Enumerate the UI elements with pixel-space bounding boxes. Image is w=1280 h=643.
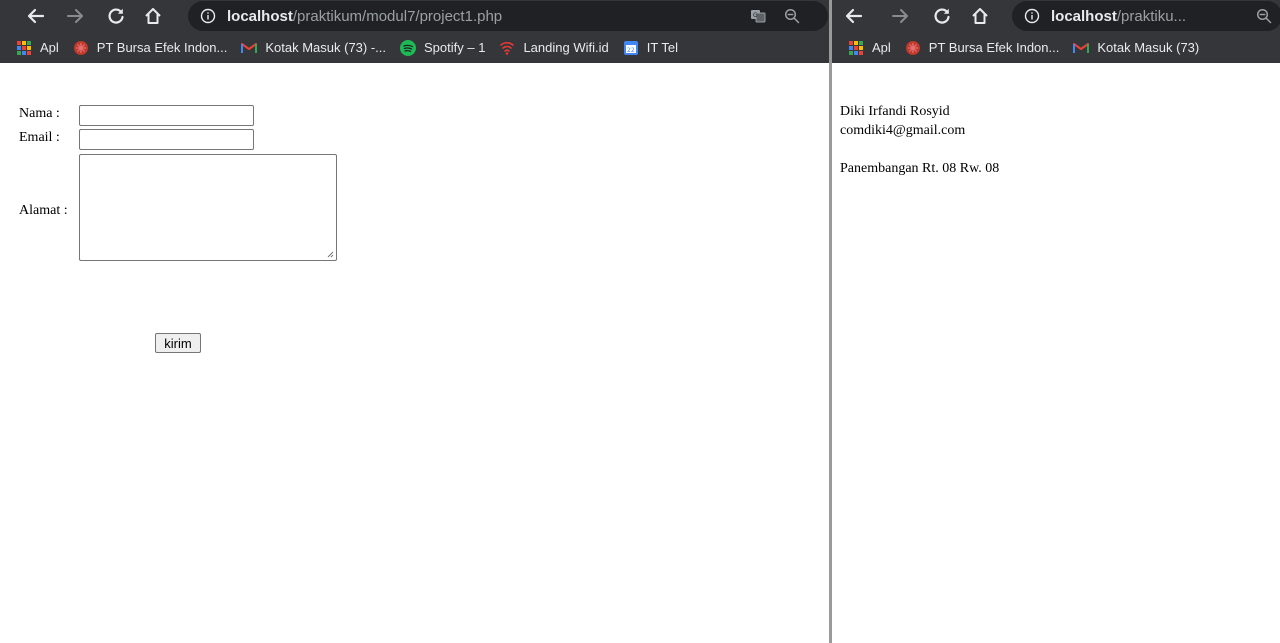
address-bar[interactable]: localhost/praktiku... bbox=[1012, 1, 1280, 31]
reload-icon bbox=[934, 8, 950, 24]
gmail-icon bbox=[1073, 42, 1090, 53]
info-icon[interactable] bbox=[1024, 8, 1040, 24]
bookmark-spotify[interactable]: Spotify – 1 bbox=[400, 39, 486, 56]
apps-grid-icon bbox=[849, 40, 863, 55]
bookmark-label: IT Tel bbox=[646, 40, 679, 55]
bookmarks-bar: Apl PT Bursa Efek Indon... Kotak Masuk (… bbox=[832, 32, 1280, 63]
bookmark-label: Spotify – 1 bbox=[424, 40, 486, 55]
bookmark-label: Kotak Masuk (73) bbox=[1097, 40, 1200, 55]
bursa-efek-icon bbox=[905, 40, 920, 55]
bookmark-label: Apl bbox=[872, 40, 891, 55]
arrow-left-icon bbox=[27, 8, 45, 24]
wifi-id-icon bbox=[500, 41, 515, 55]
bookmarks-bar: Apl PT Bursa Efek Indon... Kotak Masuk (… bbox=[0, 32, 829, 63]
reload-icon bbox=[108, 8, 124, 24]
email-label: Email : bbox=[19, 130, 60, 145]
url-text: localhost/praktikum/modul7/project1.php bbox=[227, 8, 502, 25]
bookmark-label: PT Bursa Efek Indon... bbox=[96, 40, 228, 55]
home-button[interactable] bbox=[968, 4, 992, 28]
back-button[interactable] bbox=[842, 4, 866, 28]
forward-button[interactable] bbox=[63, 4, 87, 28]
email-input[interactable] bbox=[79, 129, 254, 150]
bookmark-label: Kotak Masuk (73) -... bbox=[265, 40, 387, 55]
reload-button[interactable] bbox=[104, 4, 128, 28]
browser-toolbar: localhost/praktikum/modul7/project1.php … bbox=[0, 0, 829, 63]
bookmark-wifi-id[interactable]: Landing Wifi.id bbox=[499, 40, 609, 56]
home-button[interactable] bbox=[141, 4, 165, 28]
apps-grid-icon bbox=[17, 40, 31, 55]
spotify-icon bbox=[400, 39, 417, 56]
bookmark-label: PT Bursa Efek Indon... bbox=[928, 40, 1060, 55]
zoom-icon[interactable] bbox=[784, 8, 800, 24]
output-nama: Diki Irfandi Rosyid bbox=[840, 104, 950, 119]
arrow-right-icon bbox=[892, 9, 908, 23]
browser-toolbar: localhost/praktiku... Apl PT Bursa Efek … bbox=[832, 0, 1280, 63]
right-browser-window: localhost/praktiku... Apl PT Bursa Efek … bbox=[832, 0, 1280, 643]
back-button[interactable] bbox=[24, 4, 48, 28]
kirim-button[interactable]: kirim bbox=[155, 333, 201, 353]
alamat-label: Alamat : bbox=[19, 203, 68, 218]
output-email: comdiki4@gmail.com bbox=[840, 123, 966, 138]
resize-handle-icon[interactable] bbox=[326, 250, 334, 258]
arrow-right-icon bbox=[67, 9, 83, 23]
nama-label: Nama : bbox=[19, 106, 60, 121]
url-path: /praktikum/modul7/project1.php bbox=[292, 7, 503, 25]
nama-input[interactable] bbox=[79, 105, 254, 126]
bookmark-gmail[interactable]: Kotak Masuk (73) -... bbox=[241, 40, 386, 56]
bookmark-apps[interactable]: Apl bbox=[848, 40, 891, 56]
url-host: localhost bbox=[1051, 7, 1117, 25]
home-icon bbox=[972, 8, 988, 24]
svg-text:22: 22 bbox=[627, 47, 635, 54]
bookmark-bursa-efek[interactable]: PT Bursa Efek Indon... bbox=[73, 40, 228, 56]
bursa-efek-icon bbox=[73, 40, 88, 55]
calendar-icon: 22 bbox=[623, 40, 638, 55]
gmail-icon bbox=[241, 42, 258, 53]
bookmark-label: Landing Wifi.id bbox=[523, 40, 609, 55]
svg-text:G: G bbox=[753, 12, 758, 19]
reload-button[interactable] bbox=[930, 4, 954, 28]
bookmark-apps[interactable]: Apl bbox=[16, 40, 59, 56]
alamat-textarea[interactable] bbox=[79, 154, 337, 261]
info-icon[interactable] bbox=[200, 8, 216, 24]
left-browser-window: localhost/praktikum/modul7/project1.php … bbox=[0, 0, 829, 643]
home-icon bbox=[145, 8, 161, 24]
output-alamat: Panembangan Rt. 08 Rw. 08 bbox=[840, 161, 1000, 176]
url-host: localhost bbox=[227, 7, 293, 25]
address-bar[interactable]: localhost/praktikum/modul7/project1.php … bbox=[188, 1, 828, 31]
navigation-row: localhost/praktiku... bbox=[832, 0, 1280, 32]
bookmark-label: Apl bbox=[40, 40, 59, 55]
bookmark-it-tel[interactable]: 22 IT Tel bbox=[623, 40, 678, 56]
url-text: localhost/praktiku... bbox=[1051, 8, 1186, 25]
translate-icon[interactable]: G bbox=[750, 8, 766, 24]
arrow-left-icon bbox=[845, 8, 863, 24]
zoom-icon[interactable] bbox=[1256, 8, 1272, 24]
bookmark-bursa-efek[interactable]: PT Bursa Efek Indon... bbox=[905, 40, 1060, 56]
navigation-row: localhost/praktikum/modul7/project1.php … bbox=[0, 0, 829, 32]
forward-button[interactable] bbox=[888, 4, 912, 28]
bookmark-gmail[interactable]: Kotak Masuk (73) bbox=[1073, 40, 1199, 56]
url-path: /praktiku... bbox=[1116, 7, 1187, 25]
